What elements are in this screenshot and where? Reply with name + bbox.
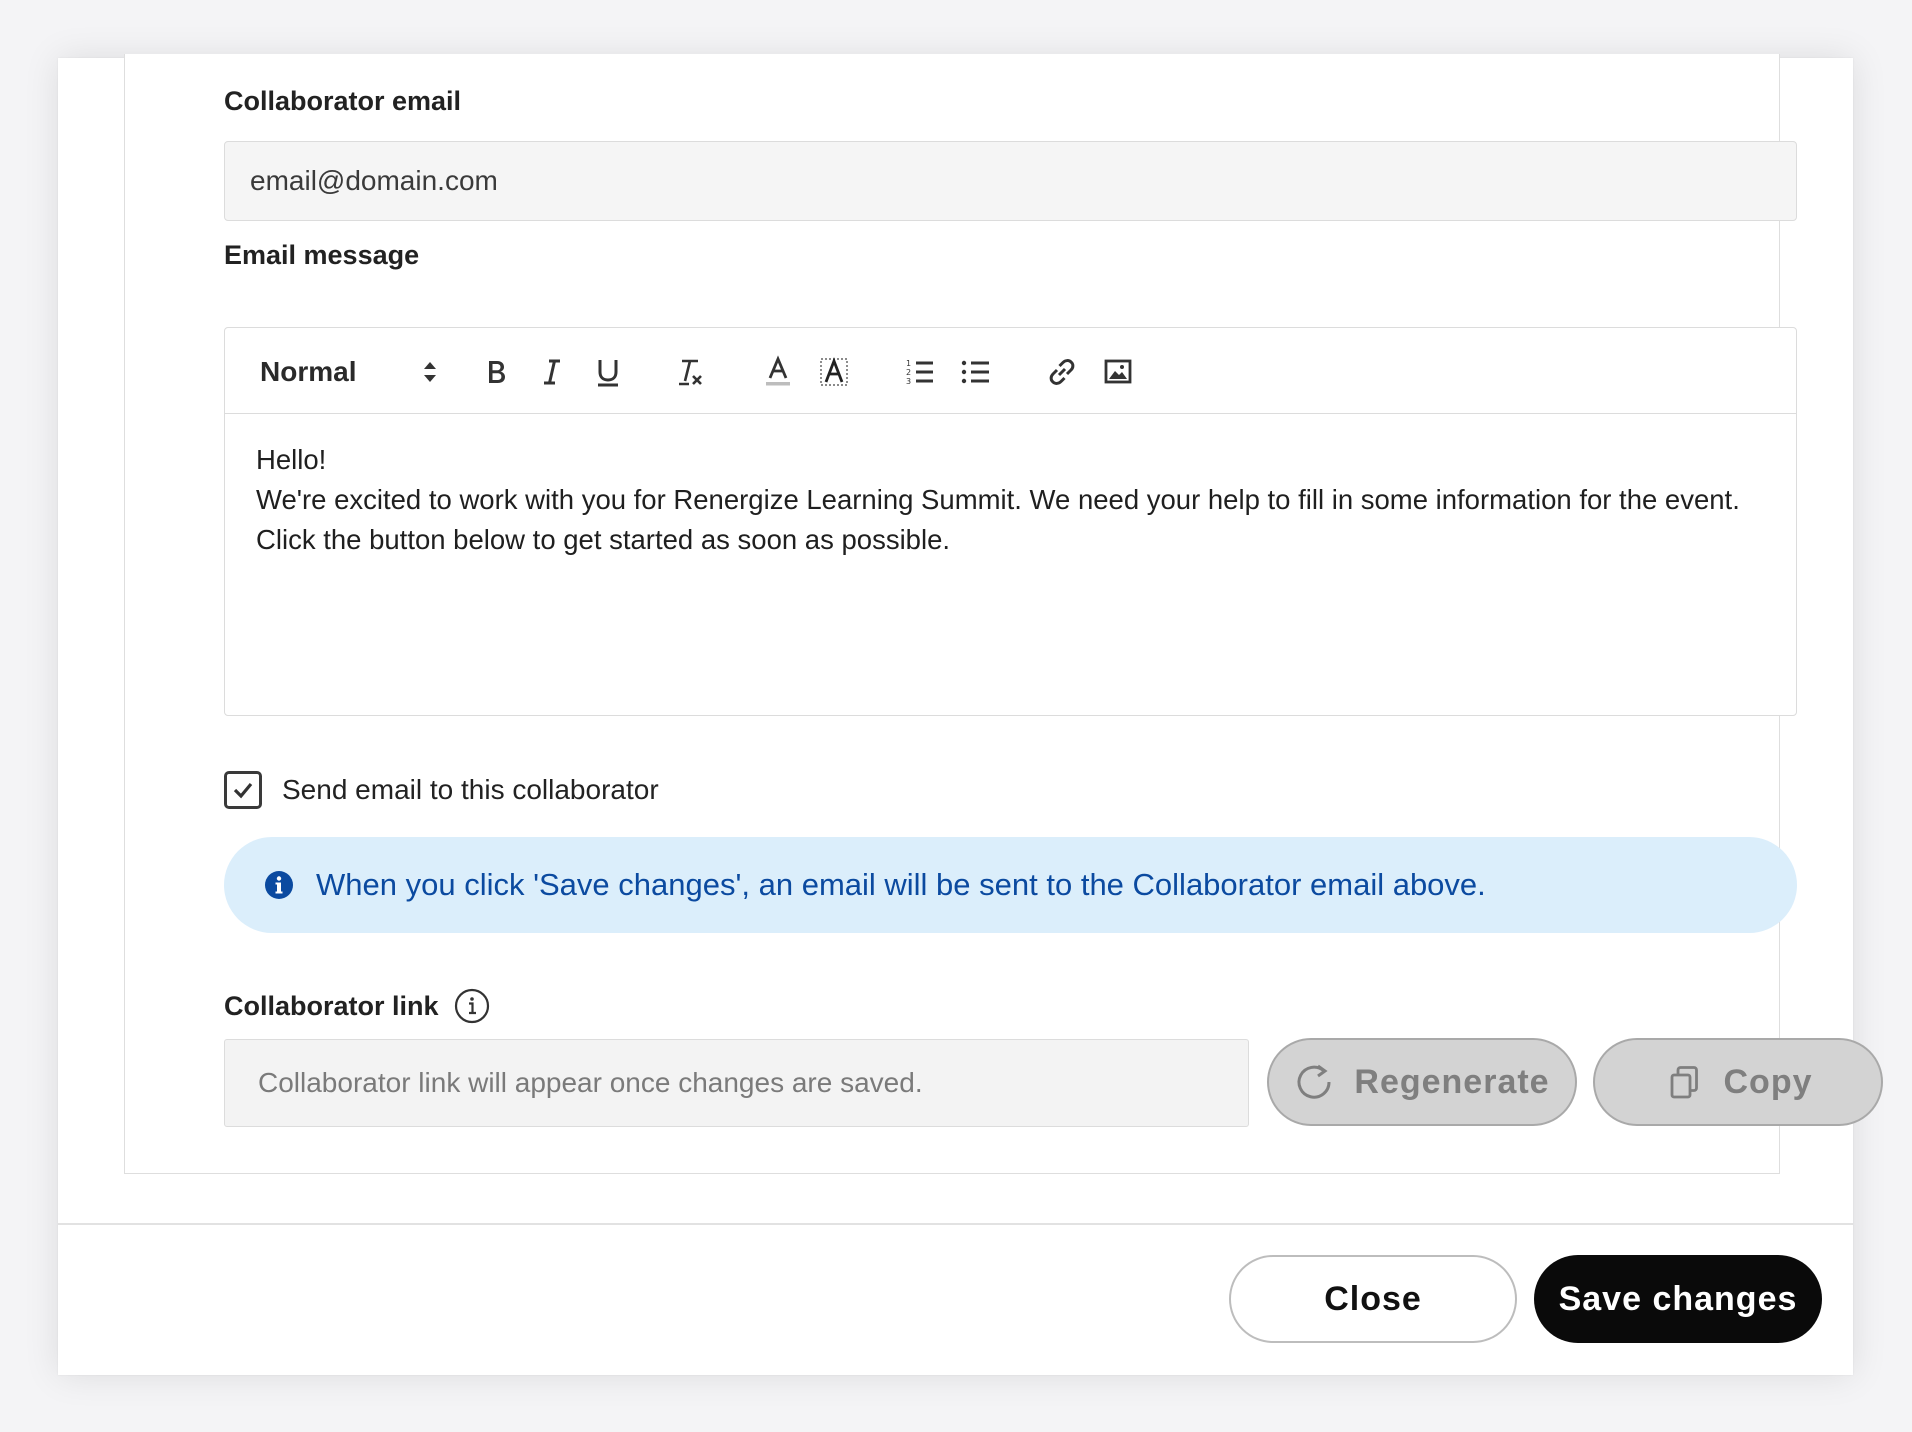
link-icon: [1049, 359, 1075, 385]
link-button[interactable]: [1042, 352, 1082, 392]
info-icon: [265, 871, 293, 899]
italic-icon: [544, 359, 560, 385]
font-color-icon: [766, 355, 790, 386]
image-icon: [1104, 359, 1132, 384]
image-button[interactable]: [1098, 352, 1138, 392]
form-panel: Collaborator email Email message Normal: [124, 54, 1883, 1174]
save-changes-button[interactable]: Save changes: [1534, 1255, 1822, 1343]
bold-icon: [489, 361, 505, 383]
send-email-checkbox[interactable]: [224, 771, 262, 809]
underline-icon: [598, 360, 618, 387]
format-select-value: Normal: [260, 356, 357, 387]
send-email-row: Send email to this collaborator: [224, 770, 659, 810]
clear-format-icon: [679, 359, 702, 386]
close-button[interactable]: Close: [1229, 1255, 1517, 1343]
copy-label: Copy: [1723, 1062, 1813, 1101]
send-email-label: Send email to this collaborator: [282, 774, 659, 805]
footer-divider: [58, 1223, 1853, 1225]
editor-toolbar: Normal 1 2 3: [225, 328, 1796, 414]
info-banner: When you click 'Save changes', an email …: [224, 837, 1797, 933]
select-arrows-icon: [424, 362, 436, 382]
copy-button[interactable]: Copy: [1593, 1038, 1883, 1126]
svg-text:1: 1: [906, 359, 911, 368]
collaborator-link-header: Collaborator link: [224, 986, 490, 1026]
format-select[interactable]: Normal: [260, 350, 440, 394]
bullet-list-button[interactable]: [956, 352, 996, 392]
collaborator-modal: Collaborator email Email message Normal: [58, 54, 1883, 1375]
message-line: Click the button below to get started as…: [256, 524, 951, 555]
highlight-icon: [820, 357, 848, 386]
email-message-body[interactable]: Hello! We're excited to work with you fo…: [256, 440, 1756, 560]
clear-format-button[interactable]: [671, 352, 711, 392]
ordered-list-icon: 1 2 3: [906, 359, 933, 386]
collaborator-email-label: Collaborator email: [224, 86, 462, 116]
collaborator-link-input[interactable]: [224, 1039, 1249, 1127]
check-icon: [233, 782, 253, 799]
bullet-list-icon: [961, 360, 989, 384]
info-banner-text: When you click 'Save changes', an email …: [316, 867, 1486, 902]
regenerate-button[interactable]: Regenerate: [1267, 1038, 1577, 1126]
message-line: Hello!: [256, 444, 327, 475]
email-message-editor: Normal 1 2 3 Hello! We're excited to wor…: [224, 327, 1797, 716]
svg-text:3: 3: [906, 377, 911, 386]
message-line: We're excited to work with you for Rener…: [256, 484, 1740, 515]
regenerate-label: Regenerate: [1354, 1062, 1550, 1101]
italic-button[interactable]: [532, 352, 572, 392]
ordered-list-button[interactable]: 1 2 3: [900, 352, 940, 392]
refresh-icon: [1297, 1064, 1331, 1099]
help-info-icon[interactable]: [454, 988, 490, 1024]
svg-text:2: 2: [906, 368, 911, 377]
highlight-button[interactable]: [814, 352, 854, 392]
font-color-button[interactable]: [758, 352, 798, 392]
email-message-label: Email message: [224, 240, 420, 270]
bold-button[interactable]: [476, 352, 516, 392]
collaborator-link-label: Collaborator link: [224, 990, 439, 1021]
copy-icon: [1670, 1066, 1698, 1099]
underline-button[interactable]: [588, 352, 628, 392]
collaborator-email-input[interactable]: [224, 141, 1797, 221]
